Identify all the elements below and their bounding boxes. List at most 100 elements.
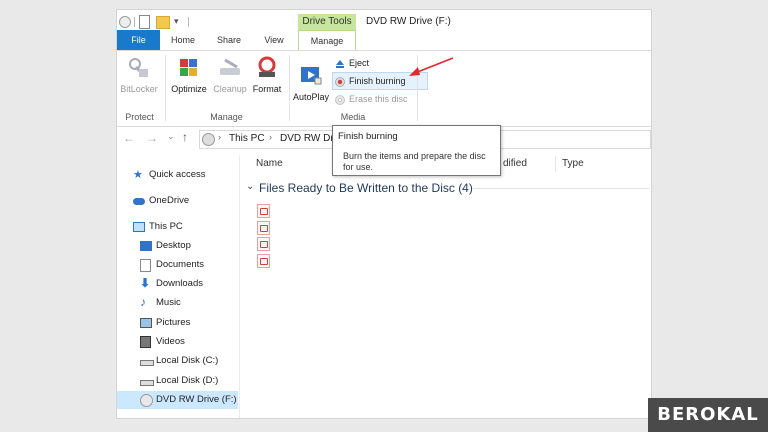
tab-home[interactable]: Home (163, 30, 203, 50)
breadcrumb-separator: › (269, 132, 272, 142)
nav-item-this-pc[interactable]: This PC (133, 218, 233, 236)
eject-button[interactable]: Eject (333, 55, 409, 71)
nav-item-music[interactable]: ♪ Music (140, 294, 235, 312)
file-icon[interactable] (257, 237, 270, 251)
new-folder-icon[interactable] (156, 16, 170, 29)
customize-dropdown-icon[interactable]: ▾ (174, 16, 179, 27)
up-arrow-icon[interactable]: ↑ (182, 130, 188, 144)
file-icon[interactable] (257, 221, 270, 235)
group-separator (289, 55, 290, 121)
nav-label: Videos (156, 336, 185, 347)
nav-label: Pictures (156, 317, 191, 328)
erase-disc-icon (335, 94, 345, 105)
annotation-arrow (409, 57, 454, 76)
autoplay-icon (298, 63, 324, 89)
nav-label: Quick access (149, 169, 206, 180)
nav-label: Documents (156, 259, 205, 270)
tab-manage[interactable]: Manage (298, 30, 356, 51)
nav-item-videos[interactable]: Videos (140, 333, 235, 351)
eject-icon (335, 58, 345, 68)
bitlocker-icon (126, 55, 152, 81)
nav-label: OneDrive (149, 195, 190, 206)
tab-view[interactable]: View (254, 30, 294, 50)
column-header-type[interactable]: Type (562, 158, 584, 169)
drive-tools-context-label: Drive Tools (298, 14, 356, 30)
optimize-label: Optimize (171, 84, 207, 94)
column-header-name[interactable]: Name (256, 158, 283, 169)
dvd-icon (140, 394, 153, 407)
protect-group-label: Protect (125, 112, 154, 122)
group-divider (473, 188, 649, 189)
separator (134, 17, 135, 27)
file-icon[interactable] (257, 204, 270, 218)
separator (188, 17, 189, 27)
nav-item-quick-access[interactable]: ★ Quick access (133, 166, 233, 184)
breadcrumb-this-pc[interactable]: This PC (229, 133, 265, 144)
bitlocker-button[interactable]: BitLocker (118, 55, 160, 94)
nav-label: This PC (149, 221, 183, 232)
erase-disc-label: Erase this disc (349, 94, 408, 104)
recent-dropdown-icon[interactable]: ⌄ (167, 131, 175, 142)
column-header-date-modified[interactable]: dified (503, 158, 527, 169)
cleanup-icon (217, 55, 243, 81)
breadcrumb-separator: › (218, 132, 221, 142)
navigation-pane: ★ Quick access OneDrive This PC Desktop … (117, 155, 240, 418)
nav-label: Music (156, 297, 181, 308)
nav-item-desktop[interactable]: Desktop (140, 237, 235, 255)
autoplay-button[interactable]: AutoPlay (291, 63, 331, 102)
nav-label: Desktop (156, 240, 191, 251)
finish-burning-label: Finish burning (349, 76, 406, 86)
optimize-button[interactable]: Optimize (168, 55, 210, 94)
nav-item-downloads[interactable]: ⬇ Downloads (140, 275, 235, 293)
nav-label: Local Disk (D:) (156, 375, 219, 386)
back-arrow-icon[interactable]: ← (123, 131, 135, 145)
media-group-label: Media (340, 112, 366, 122)
burn-disc-icon (335, 76, 345, 87)
file-icon[interactable] (257, 254, 270, 268)
collapse-chevron-icon[interactable]: ⌄ (246, 181, 254, 192)
format-button[interactable]: Format (249, 55, 285, 94)
properties-icon[interactable] (139, 15, 150, 29)
pictures-icon (140, 318, 152, 328)
nav-item-documents[interactable]: Documents (140, 256, 235, 274)
music-icon: ♪ (140, 295, 146, 309)
explorer-window: ▾ Drive Tools DVD RW Drive (F:) File Hom… (117, 10, 651, 418)
ribbon-tabs: File Home Share View Manage (117, 30, 651, 51)
tab-share[interactable]: Share (209, 30, 249, 50)
tooltip-title: Finish burning (338, 131, 398, 142)
manage-group-label: Manage (210, 112, 243, 122)
nav-item-dvd-drive[interactable]: DVD RW Drive (F:) (117, 391, 238, 409)
monitor-icon (133, 222, 145, 232)
format-icon (254, 55, 280, 81)
cloud-icon (133, 198, 145, 205)
nav-item-onedrive[interactable]: OneDrive (133, 192, 233, 210)
disk-icon (140, 380, 154, 386)
videos-icon (140, 336, 151, 348)
quick-access-toolbar: ▾ (117, 14, 197, 30)
nav-label: DVD RW Drive (F:) (156, 394, 237, 405)
tab-file[interactable]: File (117, 30, 160, 50)
breadcrumb-drive[interactable]: DVD RW Dri (280, 133, 336, 144)
nav-label: Downloads (156, 278, 203, 289)
nav-item-pictures[interactable]: Pictures (140, 314, 235, 332)
optimize-icon (176, 55, 202, 81)
disk-icon (140, 360, 154, 366)
watermark-logo: BEROKAL (648, 398, 768, 432)
forward-arrow-icon[interactable]: → (146, 131, 158, 145)
drive-small-icon (202, 133, 215, 146)
group-separator (165, 55, 166, 121)
nav-label: Local Disk (C:) (156, 355, 219, 366)
cleanup-button[interactable]: Cleanup (211, 55, 249, 94)
erase-disc-button[interactable]: Erase this disc (333, 91, 429, 107)
tooltip-body: Burn the items and prepare the disc for … (343, 151, 486, 172)
nav-item-local-disk-c[interactable]: Local Disk (C:) (140, 352, 235, 370)
finish-burning-tooltip: Finish burning Burn the items and prepar… (332, 125, 501, 176)
column-separator (555, 156, 556, 172)
ribbon: BitLocker Protect Optimize Cleanup Forma… (117, 50, 651, 127)
group-header[interactable]: Files Ready to Be Written to the Disc (4… (259, 181, 473, 195)
bitlocker-label: BitLocker (120, 84, 158, 94)
format-label: Format (252, 84, 282, 94)
eject-label: Eject (349, 58, 370, 68)
drive-icon[interactable] (119, 16, 131, 28)
nav-item-local-disk-d[interactable]: Local Disk (D:) (140, 372, 235, 390)
